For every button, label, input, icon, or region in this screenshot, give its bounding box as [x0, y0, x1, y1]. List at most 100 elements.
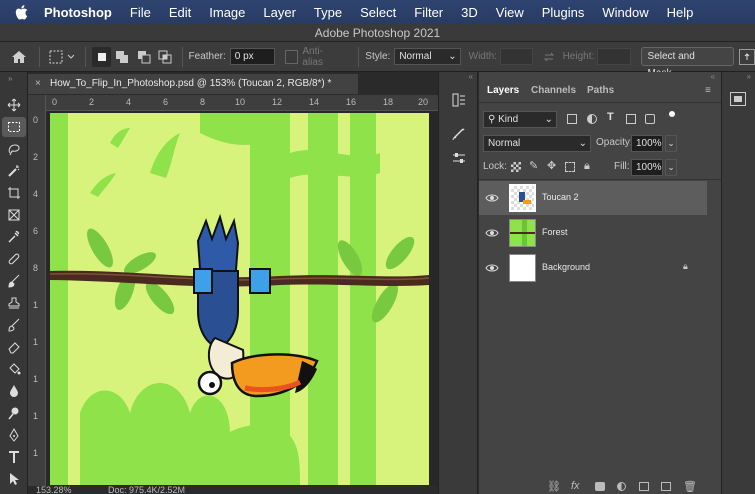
- layer-name[interactable]: Toucan 2: [542, 192, 579, 202]
- layer-name[interactable]: Forest: [542, 227, 568, 237]
- eyedropper-tool-icon[interactable]: [2, 227, 26, 247]
- lock-pixels-icon[interactable]: ✎: [529, 159, 538, 172]
- opacity-label: Opacity:: [596, 137, 633, 148]
- menu-type[interactable]: Type: [314, 5, 342, 20]
- fx-icon[interactable]: fx: [571, 480, 580, 492]
- menu-3d[interactable]: 3D: [461, 5, 478, 20]
- canvas-area[interactable]: [46, 111, 438, 489]
- lock-position-icon[interactable]: ✥: [547, 159, 556, 172]
- subtract-from-selection-icon[interactable]: [133, 47, 154, 67]
- menu-image[interactable]: Image: [209, 5, 245, 20]
- filter-shape-icon[interactable]: [626, 114, 636, 124]
- collapse-icon[interactable]: »: [747, 72, 751, 81]
- trash-icon[interactable]: 🗑︎: [683, 480, 697, 493]
- lock-icon[interactable]: 🔒︎: [683, 261, 688, 272]
- new-selection-icon[interactable]: [92, 46, 112, 67]
- tab-channels[interactable]: Channels: [531, 80, 576, 102]
- libraries-panel-icon[interactable]: [730, 92, 746, 106]
- crop-tool-icon[interactable]: [2, 183, 26, 203]
- anti-alias-checkbox[interactable]: [284, 49, 299, 64]
- visibility-eye-icon[interactable]: [485, 261, 499, 275]
- home-icon[interactable]: [4, 45, 33, 69]
- visibility-eye-icon[interactable]: [485, 226, 499, 240]
- filter-kind-select[interactable]: ⚲ Kind ⌄: [483, 111, 557, 128]
- width-label: Width:: [468, 51, 497, 62]
- filter-smart-object-icon[interactable]: [645, 114, 655, 124]
- adjustment-layer-icon[interactable]: [617, 482, 626, 491]
- type-tool-icon[interactable]: [2, 447, 26, 467]
- brush-settings-icon[interactable]: [449, 124, 469, 144]
- tab-layers[interactable]: Layers: [487, 80, 519, 102]
- select-and-mask-button[interactable]: Select and Mask...: [640, 47, 735, 79]
- apple-icon[interactable]: [12, 3, 30, 21]
- layer-thumbnail: [509, 184, 536, 212]
- opacity-input[interactable]: 100%: [631, 135, 663, 152]
- path-selection-tool-icon[interactable]: [2, 469, 26, 489]
- move-tool-icon[interactable]: [2, 95, 26, 115]
- brush-tool-icon[interactable]: [2, 271, 26, 291]
- menu-select[interactable]: Select: [360, 5, 396, 20]
- panel-menu-icon[interactable]: ≡: [705, 80, 711, 102]
- healing-brush-tool-icon[interactable]: [2, 249, 26, 269]
- filter-type-icon[interactable]: T: [607, 111, 614, 123]
- magic-wand-tool-icon[interactable]: [2, 161, 26, 181]
- collapse-icon[interactable]: «: [469, 72, 473, 81]
- visibility-eye-icon[interactable]: [485, 191, 499, 205]
- document-tab[interactable]: × How_To_Flip_In_Photoshop.psd @ 153% (T…: [28, 74, 358, 94]
- add-mask-icon[interactable]: [595, 482, 605, 491]
- lock-all-icon[interactable]: 🔒︎: [584, 160, 590, 173]
- document-canvas[interactable]: [50, 113, 429, 485]
- marquee-preset-icon[interactable]: [46, 46, 79, 68]
- pen-tool-icon[interactable]: [2, 425, 26, 445]
- menu-help[interactable]: Help: [667, 5, 694, 20]
- blur-tool-icon[interactable]: [2, 381, 26, 401]
- lasso-tool-icon[interactable]: [2, 139, 26, 159]
- new-layer-icon[interactable]: [661, 482, 671, 491]
- history-brush-tool-icon[interactable]: [2, 315, 26, 335]
- menu-filter[interactable]: Filter: [414, 5, 443, 20]
- properties-panel-icon[interactable]: [449, 148, 469, 168]
- add-to-selection-icon[interactable]: [111, 47, 132, 67]
- lock-transparent-icon[interactable]: [511, 162, 521, 172]
- chevron-down-icon[interactable]: ⌄: [665, 159, 677, 176]
- lock-artboard-icon[interactable]: [565, 162, 575, 172]
- style-select[interactable]: Normal ⌄: [394, 48, 461, 65]
- share-icon[interactable]: [739, 48, 755, 65]
- ruler-tick-label: 4: [126, 97, 132, 107]
- menu-layer[interactable]: Layer: [263, 5, 296, 20]
- filter-toggle-icon[interactable]: [669, 111, 675, 117]
- menu-plugins[interactable]: Plugins: [542, 5, 585, 20]
- feather-input[interactable]: 0 px: [229, 48, 275, 65]
- fill-input[interactable]: 100%: [631, 159, 663, 176]
- layer-row-toucan-2[interactable]: Toucan 2: [479, 181, 707, 215]
- paint-bucket-tool-icon[interactable]: [2, 359, 26, 379]
- tab-paths[interactable]: Paths: [587, 80, 614, 102]
- menu-file[interactable]: File: [130, 5, 151, 20]
- link-layers-icon[interactable]: ⛓: [547, 480, 561, 493]
- history-panel-icon[interactable]: [449, 90, 469, 110]
- eraser-tool-icon[interactable]: [2, 337, 26, 357]
- divider: [39, 46, 41, 67]
- frame-tool-icon[interactable]: [2, 205, 26, 225]
- layer-name[interactable]: Background: [542, 262, 590, 272]
- menu-window[interactable]: Window: [602, 5, 648, 20]
- collapse-icon[interactable]: »: [8, 74, 12, 83]
- chevron-down-icon[interactable]: ⌄: [665, 135, 677, 152]
- mac-menu-bar: Photoshop File Edit Image Layer Type Sel…: [0, 0, 755, 24]
- close-tab-icon[interactable]: ×: [35, 74, 41, 94]
- filter-adjustment-icon[interactable]: [587, 114, 597, 124]
- menu-edit[interactable]: Edit: [169, 5, 191, 20]
- vertical-ruler: 0 2 4 6 8 1 1 1 1 1: [28, 95, 46, 490]
- layer-row-forest[interactable]: Forest: [479, 216, 707, 250]
- clone-stamp-tool-icon[interactable]: [2, 293, 26, 313]
- rectangular-marquee-tool-icon[interactable]: [2, 117, 26, 137]
- layer-row-background[interactable]: Background 🔒︎: [479, 251, 707, 285]
- menu-view[interactable]: View: [496, 5, 524, 20]
- menu-photoshop[interactable]: Photoshop: [44, 5, 112, 20]
- zoom-level[interactable]: 153.28%: [36, 485, 72, 494]
- intersect-selection-icon[interactable]: [154, 47, 175, 67]
- dodge-tool-icon[interactable]: [2, 403, 26, 423]
- filter-pixel-icon[interactable]: [567, 114, 577, 124]
- new-group-icon[interactable]: [639, 482, 649, 491]
- blend-mode-select[interactable]: Normal ⌄: [483, 135, 591, 152]
